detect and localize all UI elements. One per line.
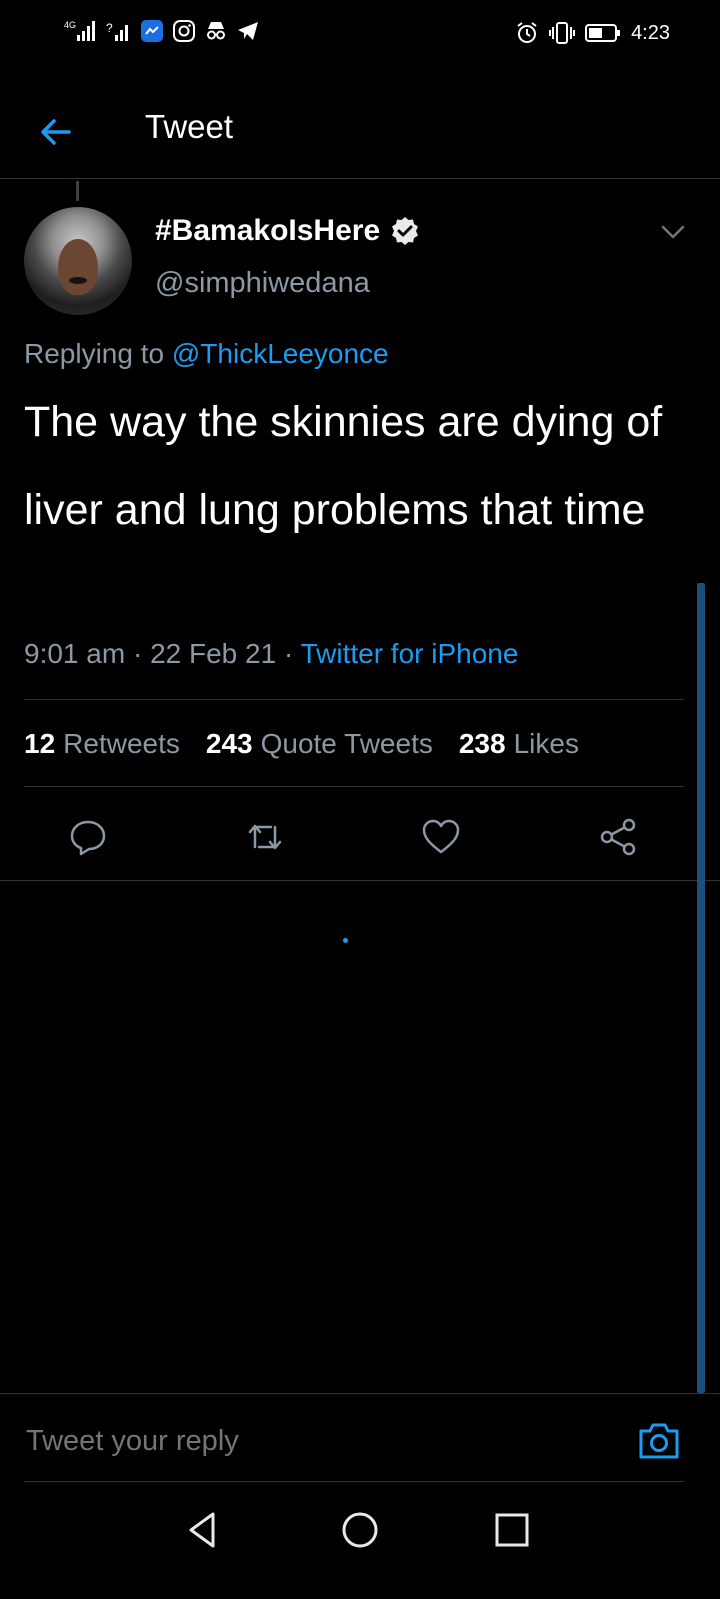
tweet-date: 22 Feb 21 — [150, 638, 277, 669]
arrow-left-icon[interactable] — [36, 112, 76, 152]
reply-input[interactable] — [24, 1424, 588, 1459]
tweet-action-bar — [0, 805, 720, 880]
tweet-time: 9:01 am — [24, 638, 126, 669]
page-title: Tweet — [145, 108, 234, 145]
tweet-source[interactable]: Twitter for iPhone — [301, 638, 519, 669]
wifi-icon: ? — [106, 18, 132, 44]
author-handle[interactable]: @simphiwedana — [155, 267, 370, 300]
status-time: 4:23 — [631, 21, 670, 44]
system-nav-bar — [0, 1490, 720, 1599]
nav-back-icon[interactable] — [181, 1508, 225, 1552]
top-app-bar: Tweet — [0, 90, 720, 180]
quote-tweets-stat[interactable]: 243 Quote Tweets — [206, 728, 433, 760]
verified-badge-icon — [390, 216, 420, 246]
stats-divider-top — [24, 699, 684, 700]
share-icon[interactable] — [598, 817, 638, 857]
tweet-text: The way the skinnies are dying of liver … — [24, 398, 663, 534]
likes-label: Likes — [513, 728, 579, 759]
like-icon[interactable] — [421, 817, 461, 857]
replying-to-link[interactable]: @ThickLeeyonce — [172, 338, 389, 369]
author-name-row[interactable]: #BamakoIsHere — [155, 214, 420, 248]
status-bar: 4G ? 4:23 — [0, 0, 720, 70]
vibrate-icon — [549, 20, 576, 46]
reply-icon[interactable] — [68, 817, 108, 857]
meta-separator: · — [283, 638, 294, 669]
reply-bar-bottom-divider — [24, 1481, 684, 1482]
replying-prefix: Replying to — [24, 338, 165, 369]
loading-indicator — [343, 938, 348, 943]
retweets-label: Retweets — [63, 728, 180, 759]
likes-stat[interactable]: 238 Likes — [459, 728, 579, 760]
header-divider — [0, 178, 720, 179]
retweet-icon[interactable] — [245, 817, 285, 857]
thread-connector — [76, 181, 79, 201]
quotes-count: 243 — [205, 728, 253, 759]
instagram-icon — [172, 18, 196, 44]
alarm-icon — [515, 20, 539, 46]
nav-home-icon[interactable] — [338, 1508, 382, 1552]
tweet-stats: 12 Retweets 243 Quote Tweets 238 Likes — [24, 728, 579, 760]
scrollbar[interactable] — [697, 583, 705, 1393]
avatar-lips — [69, 277, 87, 284]
retweets-count: 12 — [24, 728, 56, 759]
quotes-label: Quote Tweets — [260, 728, 433, 759]
signal-icon: 4G — [64, 18, 98, 44]
stats-divider-bottom — [24, 786, 684, 787]
likes-count: 238 — [458, 728, 506, 759]
tweet-meta: 9:01 am · 22 Feb 21 · Twitter for iPhone — [24, 638, 518, 670]
incognito-icon — [204, 18, 228, 44]
svg-text:?: ? — [106, 21, 113, 35]
camera-icon[interactable] — [638, 1422, 680, 1460]
chevron-down-icon[interactable] — [660, 222, 686, 242]
retweets-stat[interactable]: 12 Retweets — [24, 728, 180, 760]
svg-text:4G: 4G — [64, 20, 76, 30]
status-left-icons: 4G ? — [64, 18, 260, 44]
avatar[interactable] — [24, 207, 132, 315]
meta-separator: · — [132, 638, 143, 669]
messenger-icon — [140, 18, 164, 44]
nav-recents-icon[interactable] — [490, 1508, 534, 1552]
battery-icon — [585, 20, 621, 46]
actions-divider — [0, 880, 720, 881]
replying-to: Replying to @ThickLeeyonce — [24, 338, 389, 370]
telegram-icon — [236, 18, 260, 44]
avatar-face — [58, 239, 98, 295]
author-name: #BamakoIsHere — [155, 214, 381, 247]
status-right-icons: 4:23 — [515, 20, 670, 46]
reply-composer — [0, 1394, 720, 1482]
